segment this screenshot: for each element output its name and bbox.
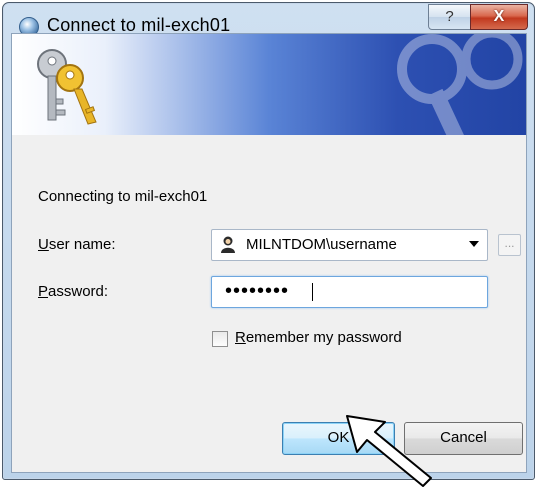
user-icon [221,236,235,253]
keys-icon [37,49,97,125]
remember-label-text: emember my password [245,329,402,346]
connecting-text: Connecting to mil-exch01 [38,188,208,205]
remember-accel: R [235,329,246,346]
password-accel: P [38,283,49,300]
password-label: Password: [38,283,108,300]
password-label-text: assword: [48,283,109,300]
mouse-pointer-icon [346,415,432,487]
username-label-text: ser name: [48,236,116,253]
password-mask: •••••••• [225,280,290,302]
username-label: User name: [38,236,116,253]
browse-button[interactable]: ... [498,234,521,256]
help-button[interactable]: ? [428,4,471,30]
username-combobox[interactable]: MILNTDOM\username [211,229,488,261]
remember-password-label[interactable]: Remember my password [235,329,402,346]
dialog-client-area: Connecting to mil-exch01 User name: MILN… [11,33,527,473]
chevron-down-icon[interactable] [469,241,479,247]
username-accel: U [38,236,49,253]
banner-watermark-keys [397,34,523,135]
close-button[interactable]: X [470,4,528,30]
text-caret [312,283,313,301]
password-field[interactable]: •••••••• [211,276,488,308]
remember-password-checkbox[interactable] [212,331,228,347]
banner [12,34,526,135]
username-value: MILNTDOM\username [246,236,397,253]
dialog-window: Connect to mil-exch01 ? X Connecting to … [2,2,535,480]
